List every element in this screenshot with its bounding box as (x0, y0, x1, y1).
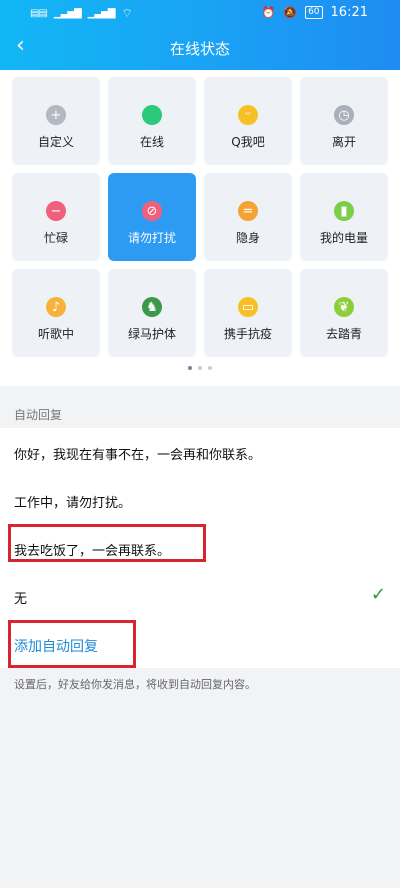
battery-icon: ▮ (334, 201, 354, 221)
signal-icon: ▁▃▅▇ (87, 7, 116, 19)
page-dot (198, 366, 202, 370)
status-label: 去踏青 (325, 327, 362, 341)
do-not-disturb-icon: ⊘ (142, 201, 162, 221)
status-tile[interactable]: ♞ 绿马护体 (108, 269, 196, 357)
status-tile[interactable]: ◷ 离开 (300, 77, 388, 165)
status-label: 听歌中 (37, 327, 74, 341)
page-title: 在线状态 (169, 40, 230, 58)
auto-reply-hint: 设置后，好友给你发消息，将收到自动回复内容。 (14, 678, 256, 691)
status-label: 绿马护体 (127, 327, 176, 341)
status-tile[interactable]: − 忙碌 (12, 173, 100, 261)
auto-reply-item[interactable]: 你好，我现在有事不在，一会再和你联系。 (0, 428, 400, 476)
highlight-box (8, 620, 136, 668)
clock-icon: ◷ (334, 105, 354, 125)
status-tile[interactable]: ♪ 听歌中 (12, 269, 100, 357)
status-left: ▤▤ ▁▃▅▇ ▁▃▅▇ ⌔ (30, 6, 133, 21)
clock-time: 16:21 (330, 5, 368, 20)
page-dot (208, 366, 212, 370)
smile-face-icon: ᵕ (238, 105, 258, 125)
auto-reply-item-none[interactable]: 无 ✓ (0, 572, 400, 620)
auto-reply-item[interactable]: 工作中，请勿打扰。 (0, 476, 400, 524)
status-label: Q我吧 (231, 135, 265, 149)
invisible-icon: = (238, 201, 258, 221)
status-tile[interactable]: ▮ 我的电量 (300, 173, 388, 261)
status-label: 请勿打扰 (127, 231, 176, 245)
auto-reply-text: 工作中，请勿打扰。 (14, 496, 132, 511)
plus-icon: + (46, 105, 66, 125)
mute-icon: 🔕 (283, 6, 298, 19)
status-label: 离开 (331, 135, 356, 149)
status-bar: ▤▤ ▁▃▅▇ ▁▃▅▇ ⌔ ⏰ 🔕 60 16:21 (0, 0, 400, 28)
status-tile[interactable]: ▭ 携手抗疫 (204, 269, 292, 357)
wifi-icon: ⌔ (121, 6, 133, 20)
status-right: ⏰ 🔕 60 16:21 (262, 5, 368, 20)
page-indicator (0, 366, 400, 370)
busy-minus-icon: − (46, 201, 66, 221)
status-label: 在线 (139, 135, 164, 149)
auto-reply-text: 你好，我现在有事不在，一会再和你联系。 (14, 448, 262, 463)
header-bar: ▤▤ ▁▃▅▇ ▁▃▅▇ ⌔ ⏰ 🔕 60 16:21 ‹ 在线状态 (0, 0, 400, 70)
status-tile[interactable]: + 自定义 (12, 77, 100, 165)
status-tile[interactable]: ❦ 去踏青 (300, 269, 388, 357)
leaf-icon: ❦ (334, 297, 354, 317)
signal-icon: ▁▃▅▇ (53, 7, 82, 19)
status-tile[interactable]: = 隐身 (204, 173, 292, 261)
music-headphones-icon: ♪ (46, 297, 66, 317)
status-label: 隐身 (235, 231, 260, 245)
status-tile[interactable]: ⊘ 请勿打扰 (108, 173, 196, 261)
online-dot-icon (142, 105, 162, 125)
auto-reply-text: 无 (14, 592, 28, 607)
status-label: 忙碌 (43, 231, 68, 245)
check-icon: ✓ (370, 584, 386, 605)
sim-icon: ▤▤ (30, 7, 48, 19)
alarm-icon: ⏰ (261, 6, 276, 19)
auto-reply-section-title: 自动回复 (14, 408, 63, 422)
status-label: 我的电量 (319, 231, 368, 245)
status-tile[interactable]: 在线 (108, 77, 196, 165)
mask-face-icon: ▭ (238, 297, 258, 317)
status-label: 自定义 (37, 135, 74, 149)
status-tile[interactable]: ᵕ Q我吧 (204, 77, 292, 165)
nav-bar: ‹ 在线状态 (0, 30, 400, 66)
page-dot (188, 366, 192, 370)
battery-status-icon: 60 (305, 6, 323, 19)
green-horse-icon: ♞ (142, 297, 162, 317)
status-grid: + 自定义 在线 ᵕ Q我吧 ◷ 离开 − 忙碌 ⊘ 请勿打扰 = 隐身 ▮ 我的电量 ♪ 听歌中 ♞ 绿马护体 ▭ 携… (0, 70, 400, 386)
status-label: 携手抗疫 (223, 327, 272, 341)
highlight-box (8, 524, 206, 562)
